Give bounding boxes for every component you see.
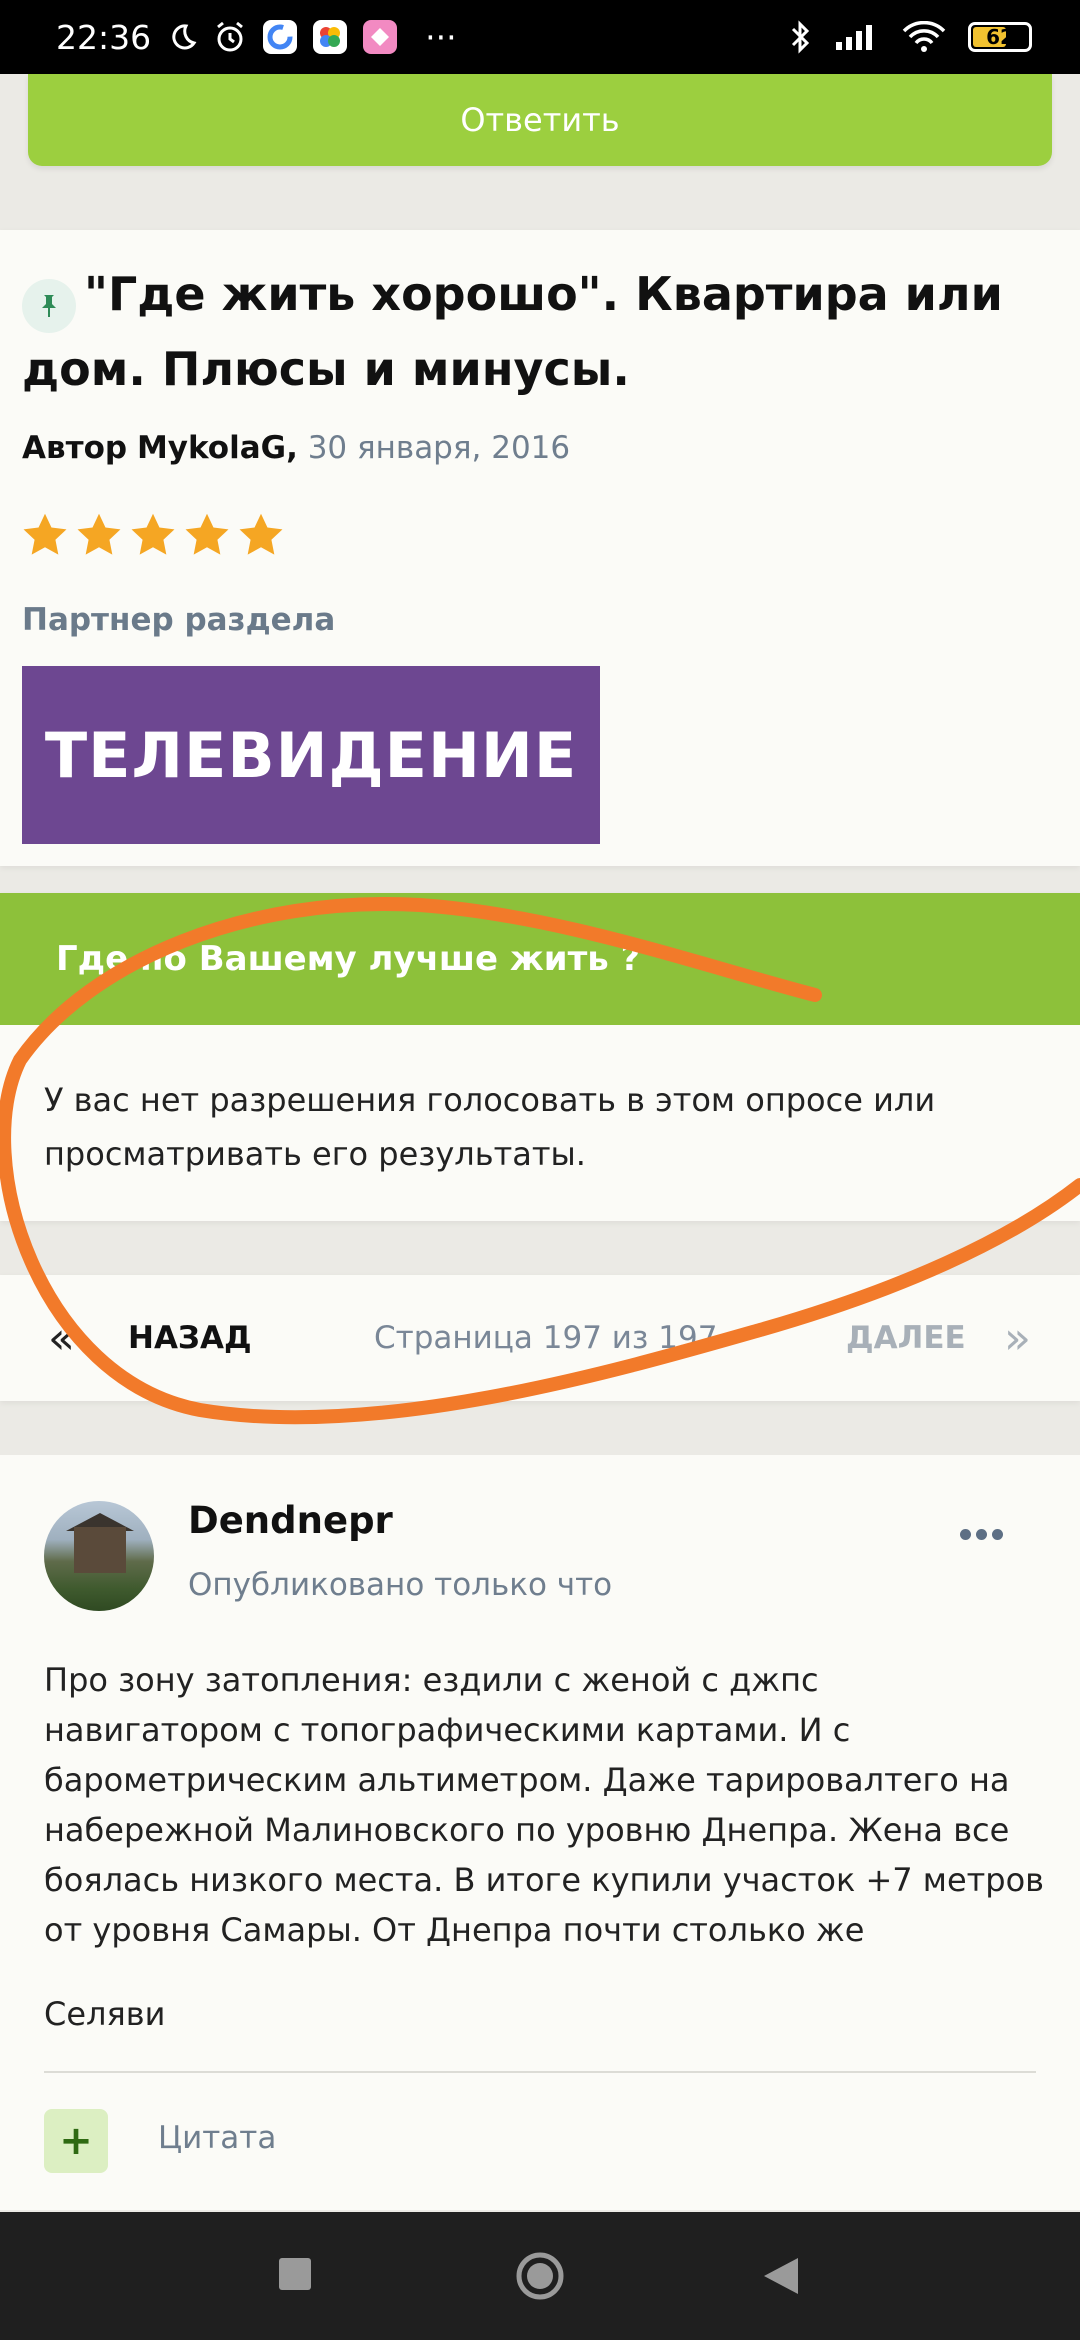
rating-stars[interactable] [20,510,286,560]
quote-button[interactable]: Цитата [158,2120,276,2156]
author-name[interactable]: MykolaG, [137,430,298,466]
partner-banner-text: ТЕЛЕВИДЕНИЕ [44,718,578,792]
avatar[interactable] [44,1501,154,1611]
wifi-icon [902,21,946,53]
divider [44,2071,1036,2073]
next-arrow-icon: » [1004,1312,1031,1364]
post-author[interactable]: Dendnepr [188,1499,393,1542]
post: Dendnepr Опубликовано только что Про зон… [0,1455,1080,2210]
topic-title-block: "Где жить хорошо". Квартира или дом. Плю… [22,258,1062,405]
next-page-button: ДАЛЕЕ [846,1320,966,1356]
signal-icon [834,22,880,52]
post-body: Про зону затопления: ездили с женой с дж… [44,1661,1045,1949]
star-icon[interactable] [20,510,70,560]
alarm-icon [213,20,247,54]
topic-date: 30 января, 2016 [307,430,571,466]
prev-arrow-icon[interactable]: « [48,1313,75,1364]
app-icon [363,20,398,54]
pin-icon [22,279,76,333]
post-time: Опубликовано только что [188,1567,613,1603]
star-icon[interactable] [236,510,286,560]
like-plus-button[interactable]: + [44,2109,108,2173]
star-icon[interactable] [74,510,124,560]
system-nav-bar [0,2212,1080,2340]
poll: Где по Вашему лучше жить ? У вас нет раз… [0,893,1080,1221]
bluetooth-icon [790,19,812,55]
google-app-icon [263,20,298,54]
moon-icon [167,22,197,52]
poll-question: Где по Вашему лучше жить ? [0,893,1080,1025]
battery-icon: 62 [968,22,1032,52]
reply-button[interactable]: Ответить [28,74,1052,166]
battery-percent: 62 [986,25,1014,49]
partner-label: Партнер раздела [22,602,336,638]
topic-title: "Где жить хорошо". Квартира или дом. Плю… [22,267,1003,396]
status-more: ··· [425,17,457,57]
star-icon[interactable] [182,510,232,560]
recents-button[interactable] [279,2258,311,2290]
more-options-icon[interactable] [960,1529,1003,1540]
poll-message: У вас нет разрешения голосовать в этом о… [44,1081,936,1173]
avatar-house [74,1527,126,1573]
back-button[interactable] [762,2256,800,2300]
partner-banner[interactable]: ТЕЛЕВИДЕНИЕ [22,666,600,844]
reply-area: Ответить [0,74,1080,230]
star-icon[interactable] [128,510,178,560]
status-time: 22:36 [56,17,152,57]
reply-button-label: Ответить [460,101,620,139]
status-bar: 22:36 ··· 62 [0,0,1080,74]
home-button[interactable] [515,2251,565,2305]
topic-header: "Где жить хорошо". Квартира или дом. Плю… [0,230,1080,866]
screen: 22:36 ··· 62 Ответить "Где жить хорошо".… [0,0,1080,2340]
page-indicator[interactable]: Страница 197 из 197 [374,1320,717,1356]
post-signature: Селяви [44,1995,166,2033]
pagination: « НАЗАД Страница 197 из 197 ДАЛЕЕ » [0,1275,1080,1401]
photos-app-icon [313,20,348,54]
author-prefix: Автор [22,430,128,466]
topic-author-line: Автор MykolaG, 30 января, 2016 [22,430,570,466]
prev-page-button[interactable]: НАЗАД [128,1320,252,1356]
